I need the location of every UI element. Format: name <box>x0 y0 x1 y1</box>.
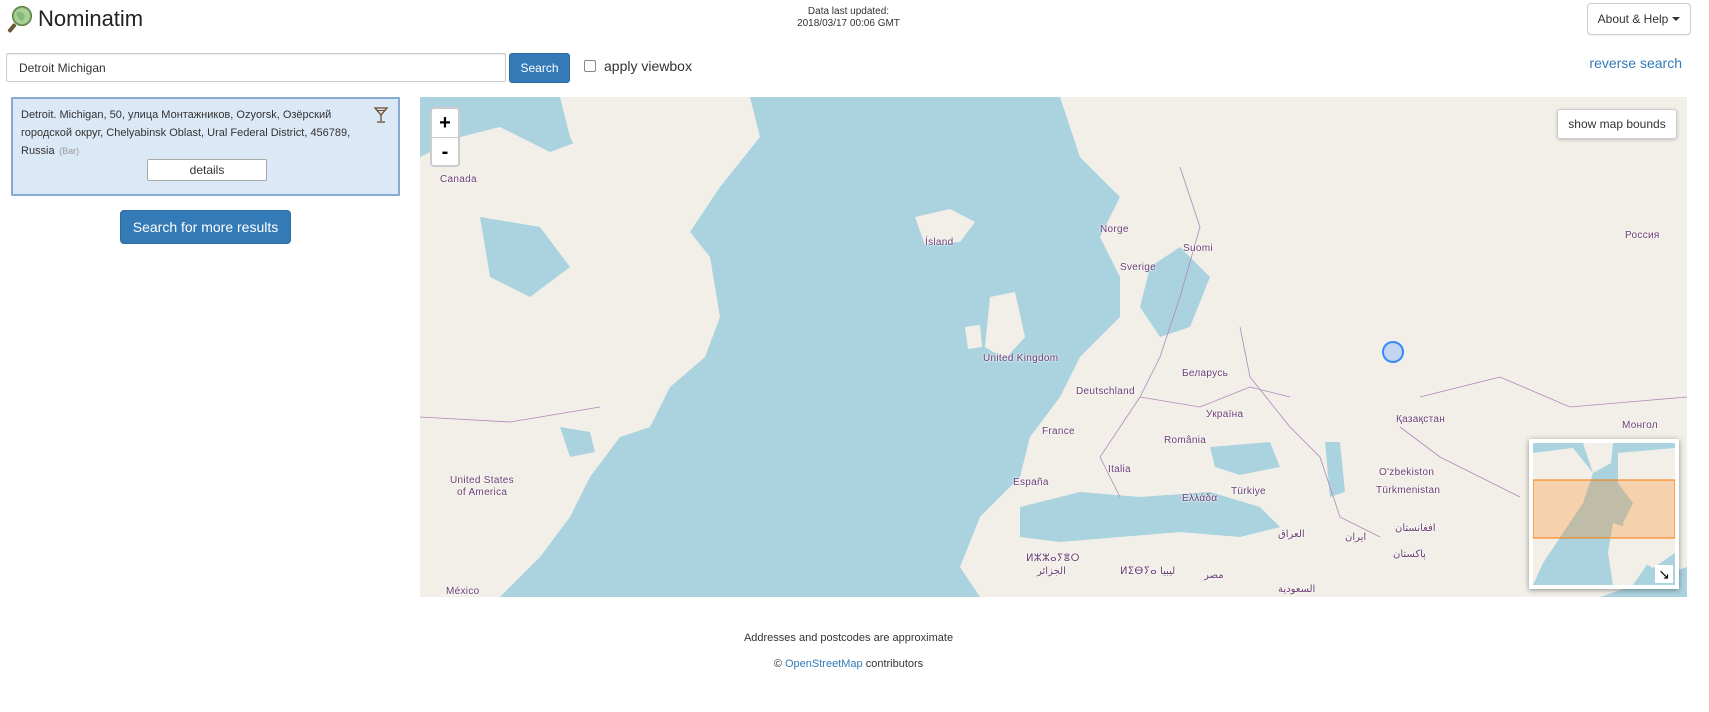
map-label: United States <box>450 475 514 486</box>
map-label: Italia <box>1108 464 1131 475</box>
map-label: افغانستان <box>1395 523 1436 534</box>
minimap[interactable]: ↘ <box>1529 439 1679 589</box>
map-label: of America <box>457 487 508 498</box>
search-button[interactable]: Search <box>509 53 570 83</box>
last-updated: Data last updated: 2018/03/17 00:06 GMT <box>0 6 1697 30</box>
minimap-toggle-icon[interactable]: ↘ <box>1655 565 1673 583</box>
result-marker[interactable] <box>1382 341 1404 363</box>
reverse-search-link[interactable]: reverse search <box>1589 55 1682 71</box>
map-label: Қазақстан <box>1396 414 1446 425</box>
minimap-bounds-box[interactable] <box>1533 479 1675 539</box>
map-label: Україна <box>1206 409 1244 420</box>
map-label: پاکستان <box>1393 549 1426 560</box>
last-updated-label: Data last updated: <box>807 6 890 17</box>
map-label: السعودية <box>1278 584 1316 595</box>
minimap-tiles[interactable] <box>1533 443 1675 585</box>
map-label: Canada <box>440 174 477 185</box>
map-label: الجزائر <box>1037 566 1066 577</box>
map-label: ایران <box>1345 532 1367 543</box>
last-updated-value: 2018/03/17 00:06 GMT <box>797 18 900 29</box>
zoom-control: + - <box>430 107 460 167</box>
map-label: United Kingdom <box>983 353 1059 364</box>
cocktail-glass-icon <box>374 107 388 123</box>
map-label: Беларусь <box>1182 368 1229 379</box>
apply-viewbox-control[interactable]: apply viewbox <box>584 58 692 74</box>
map-label: ⵍⵉⴱⵢⴰ ليبيا <box>1120 566 1176 577</box>
map-label: Suomi <box>1183 243 1213 254</box>
apply-viewbox-checkbox[interactable] <box>584 60 596 72</box>
map[interactable]: Canada Ísland Norge Suomi Sverige Россия… <box>420 97 1687 597</box>
footer-note: Addresses and postcodes are approximate <box>743 632 954 644</box>
map-label: O'zbekiston <box>1379 467 1435 478</box>
search-more-results-button[interactable]: Search for more results <box>120 210 291 244</box>
map-label: México <box>446 586 480 597</box>
map-label: Deutschland <box>1076 386 1135 397</box>
about-help-label: About & Help <box>1597 12 1669 26</box>
map-label: العراق <box>1278 529 1305 540</box>
map-label: France <box>1042 426 1075 437</box>
zoom-in-button[interactable]: + <box>432 109 458 138</box>
map-label: Монгол <box>1622 420 1658 431</box>
about-help-button[interactable]: About & Help <box>1587 3 1691 35</box>
map-label: مصر <box>1204 570 1224 581</box>
apply-viewbox-label[interactable]: apply viewbox <box>604 58 692 74</box>
map-label: España <box>1013 477 1049 488</box>
map-label: Ísland <box>925 237 954 248</box>
map-label: România <box>1164 435 1207 446</box>
map-label: ⵍⵣⵣⴰⵢⴻⵔ <box>1026 553 1080 564</box>
openstreetmap-link[interactable]: OpenStreetMap <box>785 658 863 670</box>
show-map-bounds-button[interactable]: show map bounds <box>1557 109 1677 139</box>
map-tiles[interactable] <box>420 97 1687 597</box>
zoom-out-button[interactable]: - <box>432 138 458 165</box>
caret-down-icon <box>1672 17 1681 21</box>
result-type: (Bar) <box>59 146 80 156</box>
map-label: Türkiye <box>1231 486 1266 497</box>
search-input[interactable] <box>6 53 506 82</box>
footer-copyright: © OpenStreetMap contributors <box>0 658 1697 670</box>
map-label: Norge <box>1100 224 1129 235</box>
details-button[interactable]: details <box>147 159 267 181</box>
result-item[interactable]: Detroit. Michigan, 50, улица Монтажников… <box>11 97 400 196</box>
copyright-symbol: © <box>773 658 782 670</box>
map-label: Россия <box>1625 230 1660 241</box>
map-label: Türkmenistan <box>1376 485 1441 496</box>
contributors-text: contributors <box>865 658 924 670</box>
map-label: Sverige <box>1120 262 1157 273</box>
map-label: Ελλάδα <box>1182 493 1218 504</box>
